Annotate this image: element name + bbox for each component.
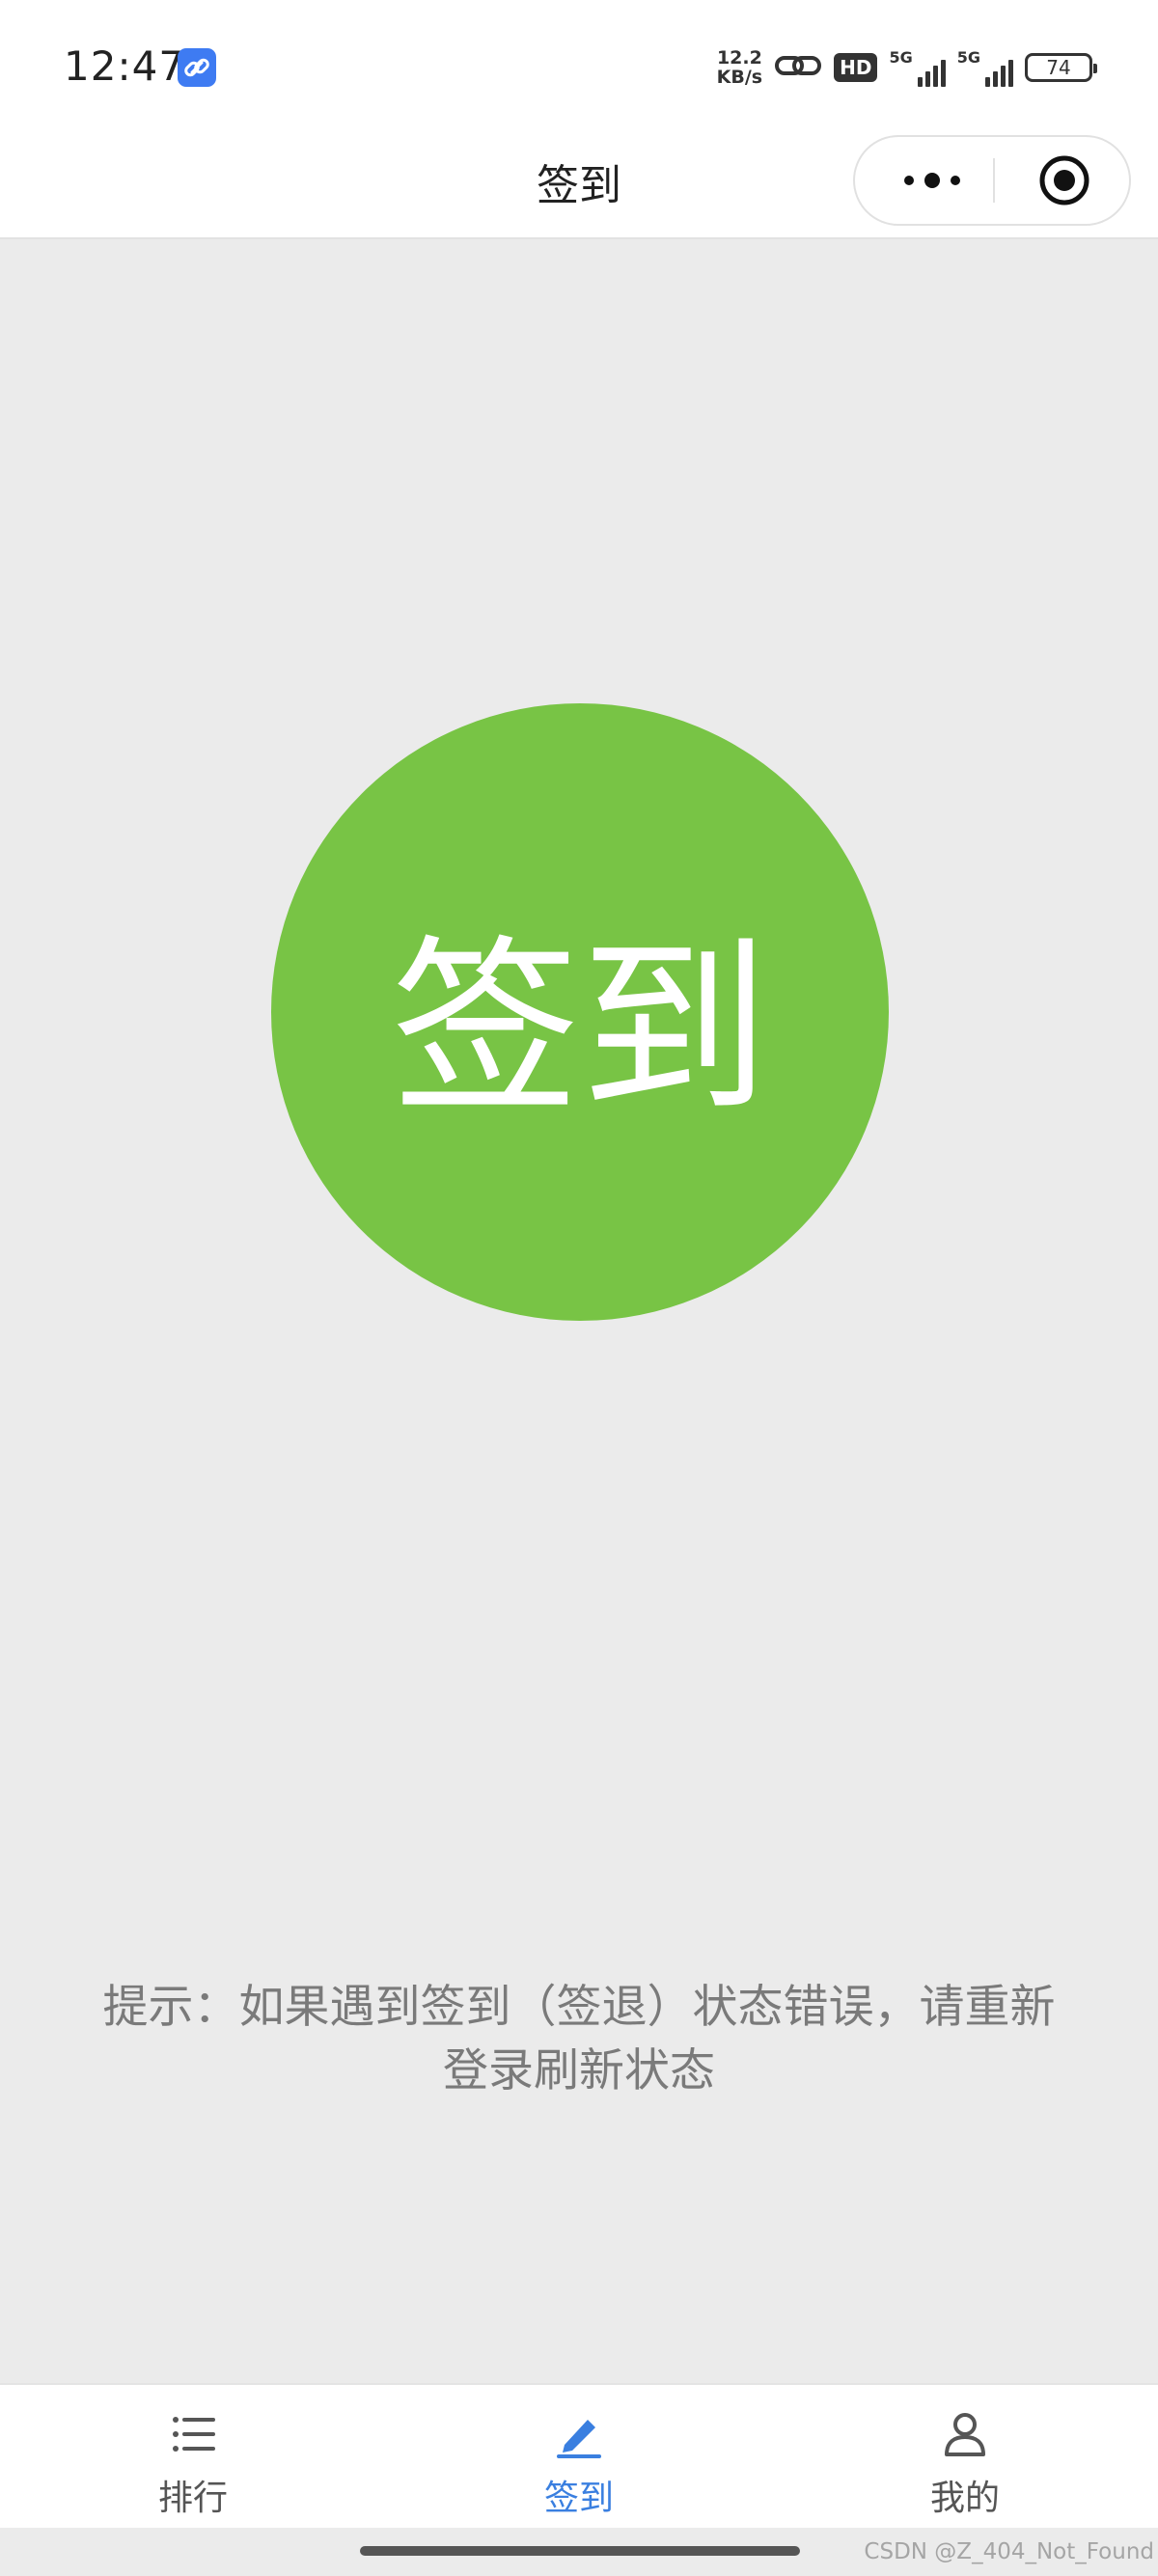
tab-label: 排行 <box>157 2479 228 2518</box>
tab-ranking[interactable]: 排行 <box>0 2385 386 2528</box>
status-bar: 12:47 12.2 KB/s HD 5G 5G 74 <box>0 0 1158 135</box>
tab-bar: 排行 签到 我的 <box>0 2383 1158 2528</box>
home-indicator[interactable] <box>360 2546 800 2556</box>
main-content: 签到 提示：如果遇到签到（签退）状态错误，请重新登录刷新状态 <box>0 239 1158 2383</box>
tab-mine[interactable]: 我的 <box>772 2385 1158 2528</box>
nav-bar: 签到 <box>0 135 1158 239</box>
signal-icon-sim1: 5G <box>889 48 946 87</box>
more-dots-icon[interactable] <box>892 137 973 224</box>
hint-text: 提示：如果遇到签到（签退）状态错误，请重新登录刷新状态 <box>102 1981 1056 2097</box>
user-icon <box>941 2410 989 2458</box>
tab-label: 我的 <box>929 2479 1000 2518</box>
battery-icon: 74 <box>1025 53 1097 82</box>
link-icon <box>774 49 822 86</box>
net-speed-unit: KB/s <box>716 67 763 88</box>
pen-icon <box>555 2410 603 2458</box>
sign-in-button[interactable]: 签到 <box>271 703 889 1321</box>
net-speed: 12.2 KB/s <box>717 48 762 87</box>
signal-icon-sim2: 5G <box>957 48 1013 87</box>
hd-badge: HD <box>834 53 878 82</box>
target-circle-icon[interactable] <box>1038 154 1090 206</box>
net-speed-value: 12.2 <box>716 47 762 69</box>
tab-label: 签到 <box>543 2479 614 2518</box>
status-time: 12:47 <box>64 42 186 90</box>
tab-sign-in[interactable]: 签到 <box>386 2385 772 2528</box>
sim1-label: 5G <box>889 48 913 67</box>
watermark: CSDN @Z_404_Not_Found <box>864 2539 1154 2564</box>
link-app-icon <box>178 48 216 87</box>
capsule-divider <box>993 158 995 203</box>
sim2-label: 5G <box>956 48 980 67</box>
list-icon <box>169 2410 217 2458</box>
battery-level: 74 <box>1046 56 1071 79</box>
capsule-menu <box>853 135 1131 226</box>
status-icons: 12.2 KB/s HD 5G 5G 74 <box>717 44 1097 91</box>
